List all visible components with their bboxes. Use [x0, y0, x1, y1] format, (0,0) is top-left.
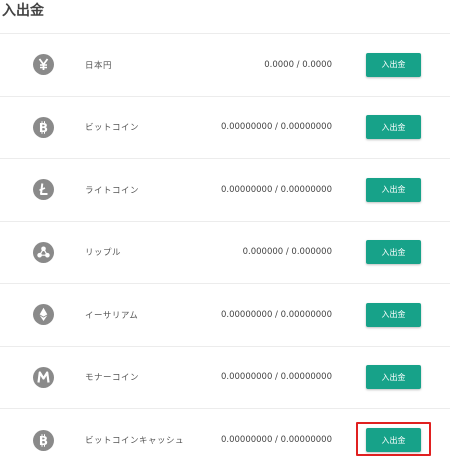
- currency-balance: 0.00000000 / 0.00000000: [220, 122, 332, 133]
- currency-name: イーサリアム: [85, 310, 139, 321]
- currency-row-jpy: 日本円 0.0000 / 0.0000 入出金: [0, 34, 450, 97]
- ripple-icon: [33, 241, 54, 263]
- deposit-withdraw-button-ltc[interactable]: 入出金: [366, 177, 421, 202]
- yen-icon: [33, 54, 54, 76]
- currency-balance: 0.00000000 / 0.00000000: [220, 372, 332, 383]
- deposit-withdraw-button-mona[interactable]: 入出金: [366, 365, 421, 390]
- bitcoin-cash-icon: B: [33, 429, 54, 451]
- currency-balance: 0.00000000 / 0.00000000: [220, 184, 332, 195]
- currency-name: リップル: [85, 248, 122, 259]
- currency-balance: 0.00000000 / 0.00000000: [220, 435, 332, 446]
- deposit-withdraw-button-eth[interactable]: 入出金: [366, 302, 421, 327]
- currency-name: ビットコインキャッシュ: [85, 436, 185, 447]
- currency-name: ライトコイン: [85, 185, 140, 196]
- currency-list: 日本円 0.0000 / 0.0000 入出金 B ビットコイン 0.00000…: [0, 33, 450, 460]
- currency-name: モナーコイン: [85, 373, 140, 384]
- currency-row-btc: B ビットコイン 0.00000000 / 0.00000000 入出金: [0, 97, 450, 159]
- currency-row-eth: イーサリアム 0.00000000 / 0.00000000 入出金: [0, 284, 450, 347]
- deposit-withdraw-button-xrp[interactable]: 入出金: [366, 240, 421, 265]
- currency-row-ltc: ライトコイン 0.00000000 / 0.00000000 入出金: [0, 159, 450, 222]
- litecoin-icon: [33, 179, 54, 201]
- ethereum-icon: [33, 304, 54, 326]
- currency-name: 日本円: [85, 60, 113, 71]
- bitcoin-icon: B: [33, 116, 54, 138]
- currency-row-mona: モナーコイン 0.00000000 / 0.00000000 入出金: [0, 347, 450, 409]
- monacoin-icon: [33, 366, 54, 388]
- currency-balance: 0.0000 / 0.0000: [264, 59, 332, 70]
- deposit-withdrawal-page: 入出金 日本円 0.0000 / 0.0000 入出金 B ビットコイン 0.0…: [0, 0, 450, 460]
- deposit-withdraw-button-btc[interactable]: 入出金: [366, 115, 421, 140]
- currency-row-bch: B ビットコインキャッシュ 0.00000000 / 0.00000000 入出…: [0, 409, 450, 460]
- currency-row-xrp: リップル 0.000000 / 0.000000 入出金: [0, 222, 450, 284]
- deposit-withdraw-button-bch[interactable]: 入出金: [366, 428, 421, 453]
- currency-balance: 0.00000000 / 0.00000000: [220, 309, 332, 320]
- currency-balance: 0.000000 / 0.000000: [242, 247, 332, 258]
- svg-text:B: B: [39, 121, 48, 135]
- deposit-withdraw-button-jpy[interactable]: 入出金: [366, 52, 421, 77]
- currency-name: ビットコイン: [85, 123, 140, 134]
- svg-text:B: B: [39, 434, 48, 448]
- page-title: 入出金: [2, 3, 44, 19]
